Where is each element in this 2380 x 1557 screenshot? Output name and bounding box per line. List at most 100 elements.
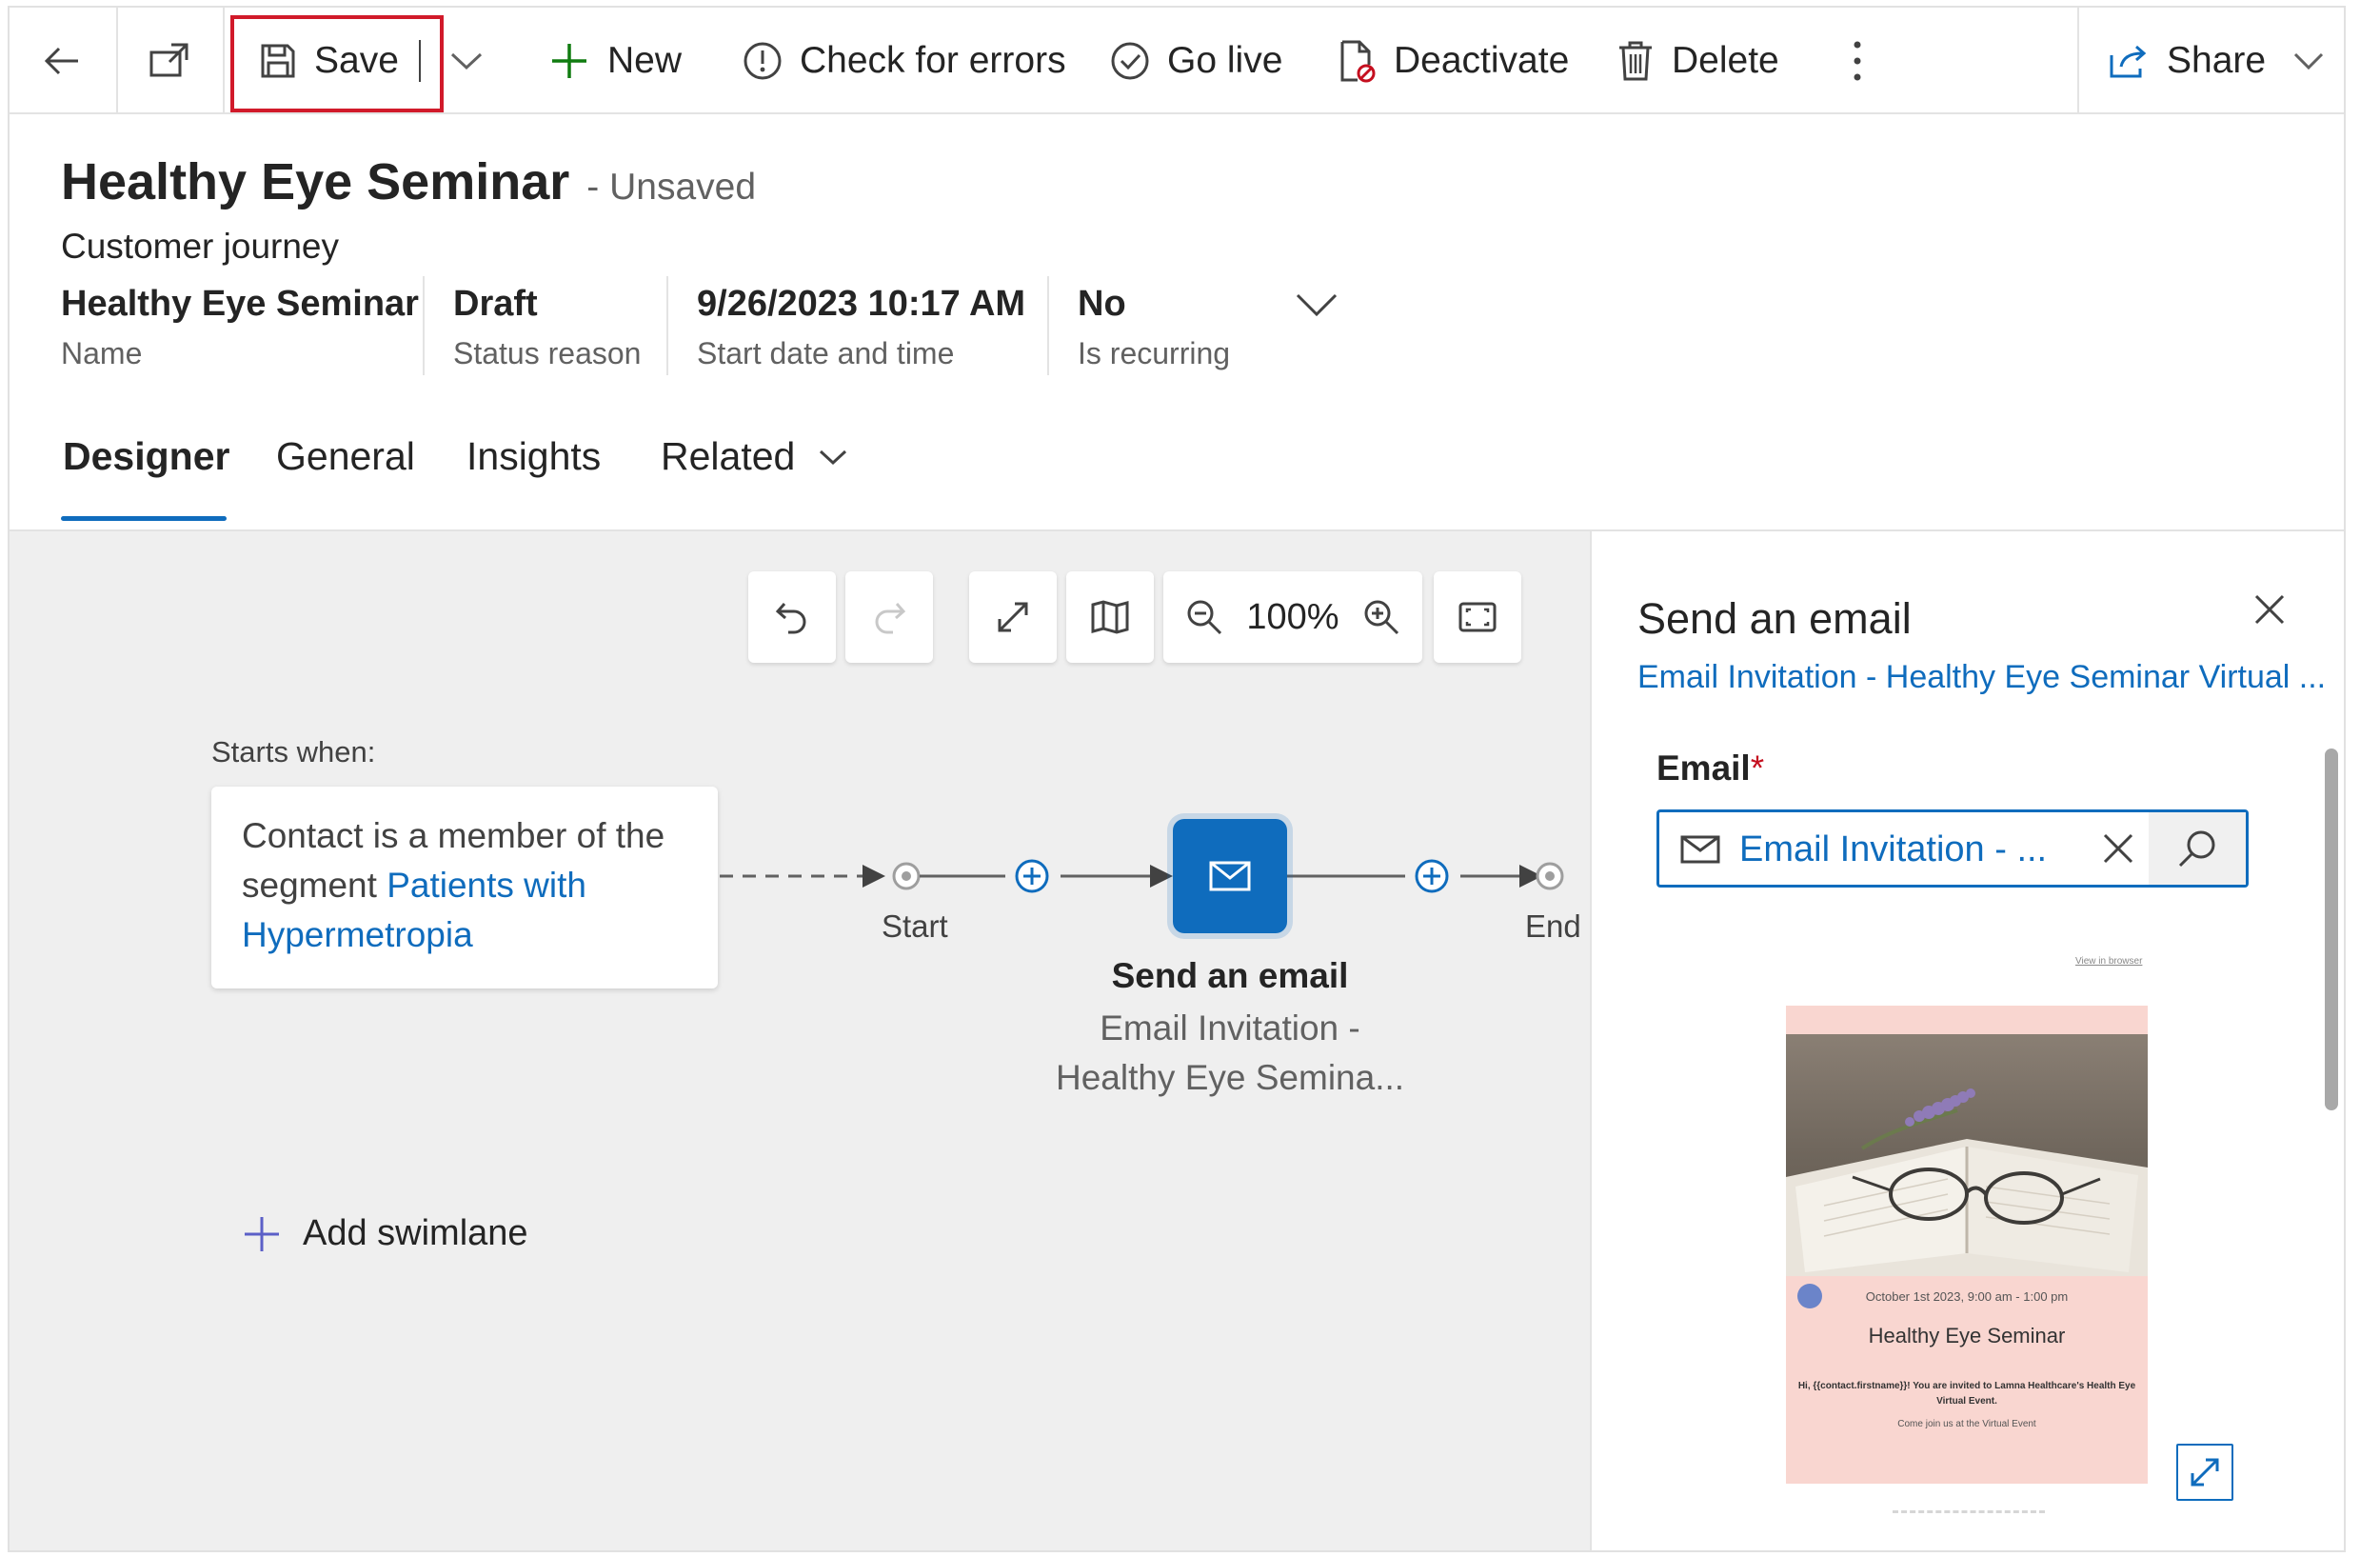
email-record-link[interactable]: Email Invitation - Healthy Eye Seminar V… bbox=[1637, 659, 2326, 696]
entity-type-label: Customer journey bbox=[61, 227, 340, 266]
email-lookup-value[interactable]: Email Invitation - ... bbox=[1739, 829, 2047, 870]
record-title: Healthy Eye Seminar bbox=[61, 153, 570, 210]
document-block-icon bbox=[1340, 40, 1376, 83]
preview-pagination bbox=[1893, 1510, 2045, 1514]
tab-insights[interactable]: Insights bbox=[466, 434, 601, 479]
close-icon bbox=[2103, 833, 2133, 864]
new-button[interactable]: New bbox=[548, 8, 682, 114]
new-label: New bbox=[607, 40, 683, 81]
share-icon bbox=[2110, 45, 2147, 78]
tab-general[interactable]: General bbox=[276, 434, 415, 479]
field-label: Is recurring bbox=[1078, 336, 1231, 370]
chevron-down-icon bbox=[2294, 52, 2324, 70]
save-floppy-icon bbox=[261, 44, 295, 78]
envelope-icon bbox=[1209, 861, 1251, 891]
start-node-label: Start bbox=[882, 908, 948, 944]
command-bar: Save New Check for errors Go live Deacti… bbox=[10, 8, 2344, 114]
deactivate-button[interactable]: Deactivate bbox=[1337, 8, 1569, 114]
back-arrow-icon bbox=[44, 47, 78, 75]
add-swimlane-label: Add swimlane bbox=[303, 1213, 528, 1253]
envelope-icon bbox=[1680, 835, 1720, 864]
field-value: Draft bbox=[453, 284, 538, 324]
close-panel-button[interactable] bbox=[2252, 592, 2287, 631]
go-live-label: Go live bbox=[1167, 40, 1283, 81]
add-swimlane-button[interactable]: Add swimlane bbox=[242, 1213, 528, 1254]
expand-arrows-icon bbox=[2191, 1458, 2219, 1487]
share-label: Share bbox=[2167, 40, 2267, 81]
go-live-button[interactable]: Go live bbox=[1110, 8, 1282, 114]
email-lookup-field[interactable]: Email Invitation - ... bbox=[1656, 809, 2249, 888]
panel-scrollbar[interactable] bbox=[2325, 749, 2338, 1110]
more-commands-button[interactable] bbox=[1853, 8, 1862, 114]
add-circle-icon bbox=[1415, 859, 1449, 893]
tab-designer[interactable]: Designer bbox=[63, 434, 229, 479]
add-step-button[interactable] bbox=[1413, 857, 1451, 900]
open-new-window-button[interactable] bbox=[149, 8, 192, 114]
header-field-is-recurring[interactable]: No Is recurring bbox=[1078, 276, 1230, 381]
view-in-browser-link: View in browser bbox=[2075, 956, 2143, 967]
preview-body-text: Hi, {{contact.firstname}}! You are invit… bbox=[1797, 1381, 2136, 1407]
delete-button[interactable]: Delete bbox=[1616, 8, 1779, 114]
toolbar-divider bbox=[223, 8, 225, 114]
journey-designer-canvas[interactable]: 100% Starts when: Contact is a member of… bbox=[10, 531, 1590, 1550]
plus-icon bbox=[245, 1216, 279, 1251]
delete-label: Delete bbox=[1672, 40, 1779, 81]
node-subtitle-line: Email Invitation - bbox=[1100, 1008, 1360, 1048]
trash-icon bbox=[1619, 41, 1652, 81]
lookup-search-button[interactable] bbox=[2149, 812, 2246, 885]
email-label-text: Email bbox=[1656, 749, 1751, 788]
send-email-node-title: Send an email bbox=[1111, 956, 1349, 995]
check-for-errors-button[interactable]: Check for errors bbox=[743, 8, 1066, 114]
field-divider bbox=[666, 276, 668, 375]
chevron-down-icon bbox=[820, 449, 847, 465]
app-frame: Save New Check for errors Go live Deacti… bbox=[8, 6, 2346, 1552]
more-vertical-icon bbox=[1854, 41, 1861, 81]
required-indicator: * bbox=[1750, 749, 1765, 788]
send-email-node[interactable] bbox=[1173, 819, 1287, 933]
record-title-row: Healthy Eye Seminar - Unsaved bbox=[61, 152, 756, 211]
expand-preview-button[interactable] bbox=[2176, 1444, 2233, 1501]
split-divider bbox=[419, 40, 421, 82]
panel-title: Send an email bbox=[1637, 594, 1912, 643]
field-divider bbox=[1047, 276, 1049, 375]
back-button[interactable] bbox=[42, 8, 82, 114]
preview-event-date: October 1st 2023, 9:00 am - 1:00 pm bbox=[1865, 1289, 2069, 1304]
add-step-button[interactable] bbox=[1013, 857, 1051, 900]
save-button[interactable]: Save bbox=[259, 8, 399, 114]
email-preview: October 1st 2023, 9:00 am - 1:00 pm Heal… bbox=[1786, 1006, 2148, 1484]
checkmark-circle-icon bbox=[1111, 42, 1149, 80]
deactivate-label: Deactivate bbox=[1394, 40, 1570, 81]
properties-panel: Send an email Email Invitation - Healthy… bbox=[1590, 531, 2344, 1550]
toolbar-divider bbox=[2077, 8, 2079, 114]
close-icon bbox=[2254, 594, 2285, 625]
field-divider bbox=[423, 276, 425, 375]
header-field-name[interactable]: Healthy Eye Seminar Name bbox=[61, 276, 419, 381]
field-label: Name bbox=[61, 336, 143, 370]
open-in-new-window-icon bbox=[149, 43, 188, 77]
preview-event-title: Healthy Eye Seminar bbox=[1868, 1324, 2066, 1347]
tab-related[interactable]: Related bbox=[661, 434, 848, 479]
chevron-down-icon bbox=[450, 52, 483, 70]
field-value: 9/26/2023 10:17 AM bbox=[697, 284, 1026, 324]
unsaved-indicator: - Unsaved bbox=[586, 167, 757, 208]
field-label: Status reason bbox=[453, 336, 642, 370]
add-circle-icon bbox=[1015, 859, 1049, 893]
field-value: No bbox=[1078, 284, 1126, 324]
check-for-errors-label: Check for errors bbox=[800, 40, 1066, 81]
preview-footer-text: Come join us at the Virtual Event bbox=[1897, 1419, 2036, 1429]
chevron-down-icon bbox=[1296, 293, 1338, 317]
clear-lookup-button[interactable] bbox=[2101, 831, 2135, 870]
header-field-start-date[interactable]: 9/26/2023 10:17 AM Start date and time bbox=[697, 276, 1025, 381]
end-node-label: End bbox=[1525, 908, 1581, 944]
tab-related-label: Related bbox=[661, 434, 796, 478]
save-options-dropdown[interactable] bbox=[449, 8, 484, 114]
header-field-status-reason[interactable]: Draft Status reason bbox=[453, 276, 641, 381]
search-icon bbox=[2178, 830, 2215, 868]
send-email-node-subtitle: Email Invitation - Healthy Eye Semina... bbox=[1019, 1004, 1441, 1103]
field-value: Healthy Eye Seminar bbox=[61, 284, 419, 324]
field-label: Start date and time bbox=[697, 336, 955, 370]
share-button[interactable]: Share bbox=[2108, 8, 2325, 114]
node-subtitle-line: Healthy Eye Semina... bbox=[1055, 1058, 1405, 1097]
expand-header-button[interactable] bbox=[1295, 291, 1339, 323]
email-field-label: Email* bbox=[1656, 749, 1764, 788]
